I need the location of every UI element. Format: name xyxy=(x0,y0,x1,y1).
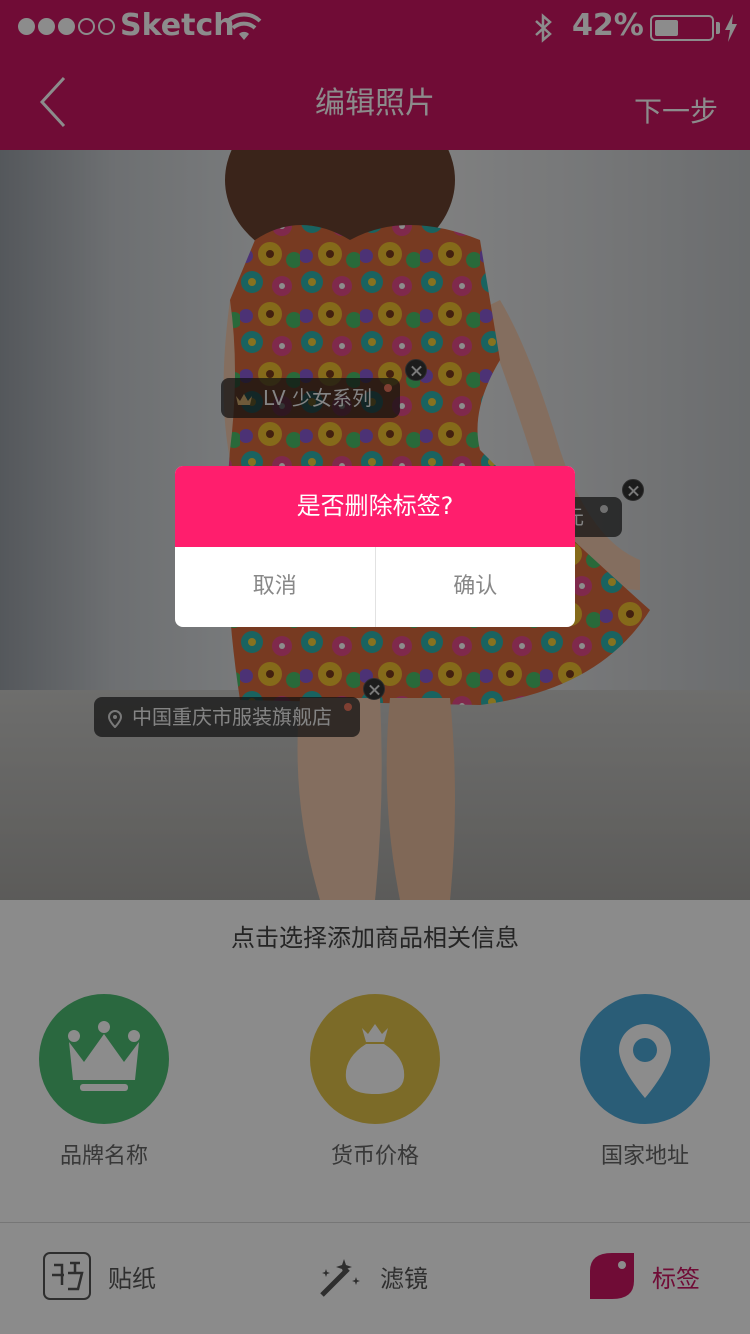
modal-backdrop[interactable] xyxy=(0,0,750,1334)
delete-tag-dialog: 是否删除标签? 取消 确认 xyxy=(175,466,575,627)
dialog-actions: 取消 确认 xyxy=(175,547,575,627)
cancel-button[interactable]: 取消 xyxy=(175,547,375,627)
dialog-title: 是否删除标签? xyxy=(175,466,575,547)
confirm-button[interactable]: 确认 xyxy=(374,547,576,627)
edit-photo-screen: Sketch 42% 编辑照片 下一步 LV 少女系列 中国重庆市服装旗舰店 点… xyxy=(0,0,750,1334)
